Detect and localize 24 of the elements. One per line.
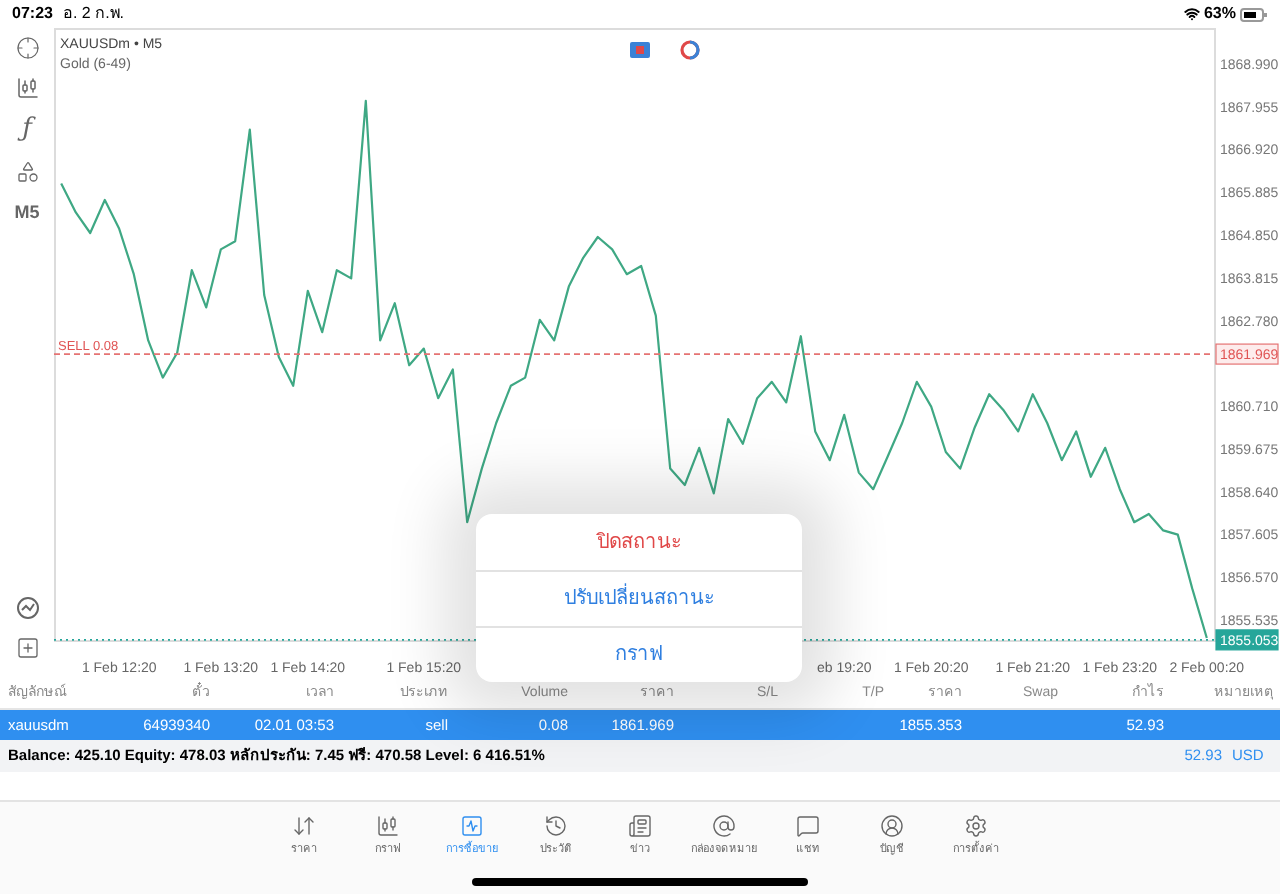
menu-item[interactable]: กราฟ — [476, 626, 802, 682]
settings-icon — [964, 814, 988, 838]
shapes-icon[interactable] — [15, 160, 39, 184]
candlestick-icon[interactable] — [15, 76, 39, 100]
crosshair-icon[interactable] — [15, 36, 39, 60]
wifi-icon — [1183, 6, 1200, 22]
function-button[interactable]: ƒ — [22, 116, 32, 144]
line-chart-icon — [460, 814, 484, 838]
user-circle-icon — [880, 814, 904, 838]
battery-icon — [1240, 7, 1268, 21]
menu-item[interactable]: ปิดสถานะ — [476, 514, 802, 570]
at-sign-icon — [712, 814, 736, 838]
chat-bubble-icon — [796, 814, 820, 838]
ring-icon[interactable] — [680, 40, 700, 60]
date-text: อ. 2 ก.พ. — [62, 2, 125, 26]
menu-item[interactable]: ปรับเปลี่ยนสถานะ — [476, 570, 802, 626]
timeframe-button[interactable]: M5 — [14, 200, 40, 227]
sort-arrows-icon — [292, 814, 316, 838]
clock-text: 07:23 — [12, 2, 53, 26]
newspaper-icon — [628, 814, 652, 838]
battery-percent: 63% — [1203, 2, 1236, 26]
candlestick-icon — [376, 814, 400, 838]
history-icon — [544, 814, 568, 838]
add-icon[interactable] — [15, 636, 39, 660]
